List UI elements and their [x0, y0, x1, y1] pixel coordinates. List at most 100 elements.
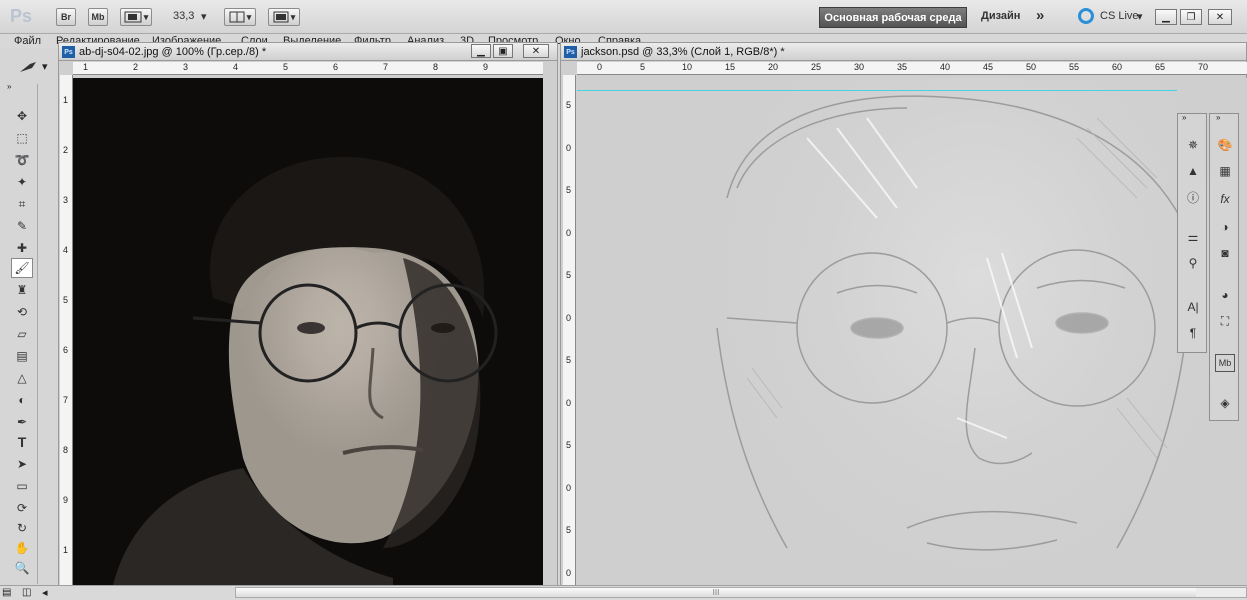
workspace-essentials-button[interactable]: Основная рабочая среда [819, 7, 967, 28]
transform-icon[interactable]: ⛶ [1215, 312, 1235, 330]
ruler-label: 55 [1069, 62, 1080, 72]
ruler-label: 5 [566, 270, 572, 280]
sketch-canvas[interactable] [577, 78, 1247, 585]
cs-live-button[interactable]: CS Live [1100, 10, 1139, 22]
doc-restore-button[interactable]: ▣ [493, 44, 513, 58]
gradient-tool-icon[interactable]: ▤ [11, 346, 33, 366]
close-button[interactable]: ✕ [1208, 9, 1232, 25]
path-selection-tool-icon[interactable]: ➤ [11, 454, 33, 474]
eraser-tool-icon[interactable]: ▱ [11, 324, 33, 344]
navigator-icon[interactable]: ✵ [1183, 136, 1203, 154]
eyedropper-tool-icon[interactable]: ✎ [11, 216, 33, 236]
bridge-button[interactable]: Br [56, 8, 76, 26]
brush-tool-icon[interactable]: 🖌 [11, 258, 33, 278]
scroll-left-icon[interactable]: ◂ [42, 586, 48, 599]
character-icon[interactable]: A| [1183, 298, 1203, 316]
close-icon: ✕ [531, 45, 541, 57]
minimize-icon: ▁ [477, 45, 485, 57]
ruler-label: 0 [566, 398, 572, 408]
ruler-label: 5 [566, 355, 572, 365]
minimize-button[interactable]: ▁ [1155, 9, 1177, 25]
swatches-icon[interactable]: ▦ [1215, 162, 1235, 180]
view-extras-button[interactable]: ▾ [120, 8, 152, 26]
crop-tool-icon[interactable]: ⌗ [11, 194, 33, 214]
ruler-label: 1 [63, 545, 69, 555]
restore-button[interactable]: ❐ [1180, 9, 1202, 25]
styles-icon[interactable]: fx [1215, 190, 1235, 208]
zoom-tool-icon[interactable]: 🔍 [11, 558, 33, 578]
type-tool-icon[interactable]: T [11, 432, 33, 452]
pen-tool-icon[interactable]: ✒ [11, 412, 33, 432]
cyan-guide-line[interactable] [577, 90, 1177, 91]
chevron-down-icon[interactable]: ▾ [42, 60, 48, 73]
scrollbar-thumb[interactable]: III [236, 588, 1196, 597]
screen-mode-button[interactable]: ▾ [268, 8, 300, 26]
lasso-tool-icon[interactable]: ➰ [11, 150, 33, 170]
ruler-label: 4 [63, 245, 69, 255]
more-workspaces-icon[interactable]: » [1036, 7, 1044, 24]
history-brush-tool-icon[interactable]: ⟲ [11, 302, 33, 322]
doc-minimize-button[interactable]: ▁ [471, 44, 491, 58]
minimize-icon: ▁ [1162, 11, 1170, 23]
ruler-label: 70 [1198, 62, 1209, 72]
ruler-label: 35 [897, 62, 908, 72]
tools-panel: » ✥ ⬚ ➰ ✦ ⌗ ✎ ✚ 🖌 ♜ ⟲ ▱ ▤ △ ◐ ✒ T ➤ ▭ ⟳ … [4, 82, 38, 584]
paragraph-icon[interactable]: ¶ [1183, 324, 1203, 342]
ruler-label: 0 [566, 483, 572, 493]
doc-close-button[interactable]: ✕ [523, 44, 549, 58]
ruler-label: 5 [640, 62, 646, 72]
ruler-label: 65 [1155, 62, 1166, 72]
brush-presets-icon[interactable]: ⚌ [1183, 228, 1203, 246]
horizontal-scrollbar[interactable]: III [235, 587, 1247, 598]
blur-tool-icon[interactable]: △ [11, 368, 33, 388]
marquee-tool-icon[interactable]: ⬚ [11, 128, 33, 148]
cs-live-icon [1078, 8, 1094, 24]
clone-source-icon[interactable]: ⚲ [1183, 254, 1203, 272]
ruler-label: 5 [566, 525, 572, 535]
adjustments-icon[interactable]: ◑ [1215, 218, 1235, 236]
ruler-label: 4 [233, 62, 239, 72]
3d-rotate-tool-icon[interactable]: ⟳ [11, 498, 33, 518]
ruler-label: 25 [811, 62, 822, 72]
chevron-down-icon[interactable]: ▾ [1137, 10, 1143, 23]
mini-bridge-button[interactable]: Mb [88, 8, 108, 26]
move-tool-icon[interactable]: ✥ [11, 106, 33, 126]
status-book-icon[interactable]: ◫ [22, 587, 31, 598]
zoom-dropdown-icon[interactable]: ▾ [201, 10, 207, 23]
document-title: jackson.psd @ 33,3% (Слой 1, RGB/8*) * [581, 46, 785, 58]
mini-bridge-panel-icon[interactable]: Mb [1215, 354, 1235, 372]
chevron-down-icon: ▾ [290, 11, 296, 22]
layers-icon[interactable]: ◈ [1215, 394, 1235, 412]
rectangle-tool-icon[interactable]: ▭ [11, 476, 33, 496]
masks-icon[interactable]: ◙ [1215, 244, 1235, 262]
menu-item-file[interactable]: Файл [14, 35, 41, 47]
collapse-panel-icon[interactable]: » [1182, 113, 1186, 122]
dodge-tool-icon[interactable]: ◐ [11, 390, 33, 410]
arrange-documents-button[interactable]: ▾ [224, 8, 256, 26]
status-doc-icon[interactable]: ▤ [2, 587, 11, 598]
brush-preset-icon[interactable] [18, 60, 40, 74]
clone-stamp-tool-icon[interactable]: ♜ [11, 280, 33, 300]
ps-document-icon: Ps [564, 46, 577, 58]
3d-orbit-tool-icon[interactable]: ↻ [11, 518, 33, 538]
restore-icon: ❐ [1186, 11, 1196, 23]
ruler-label: 5 [566, 440, 572, 450]
hand-tool-icon[interactable]: ✋ [11, 538, 33, 558]
ruler-label: 30 [854, 62, 865, 72]
vertical-ruler-sketch: 5 0 5 0 5 0 5 0 5 0 5 0 [563, 75, 576, 585]
document-tab-photo[interactable]: Ps ab-dj-s04-02.jpg @ 100% (Гр.сер./8) *… [59, 43, 557, 61]
healing-brush-tool-icon[interactable]: ✚ [11, 238, 33, 258]
document-tab-sketch[interactable]: Ps jackson.psd @ 33,3% (Слой 1, RGB/8*) … [561, 43, 1246, 61]
histogram-icon[interactable]: ▲ [1183, 162, 1203, 180]
collapse-panel-icon[interactable]: » [7, 82, 11, 91]
3d-icon[interactable]: ◕ [1215, 286, 1235, 304]
zoom-level[interactable]: 33,3 [173, 10, 194, 22]
workspace-design-button[interactable]: Дизайн [981, 10, 1020, 22]
magic-wand-tool-icon[interactable]: ✦ [11, 172, 33, 192]
ruler-label: 0 [597, 62, 603, 72]
reference-photo-canvas[interactable] [73, 78, 543, 585]
color-palette-icon[interactable]: 🎨 [1215, 136, 1235, 154]
info-icon[interactable]: ⓘ [1183, 188, 1203, 206]
collapse-panel-icon[interactable]: » [1216, 113, 1220, 122]
pencil-sketch-image [716, 95, 1198, 551]
